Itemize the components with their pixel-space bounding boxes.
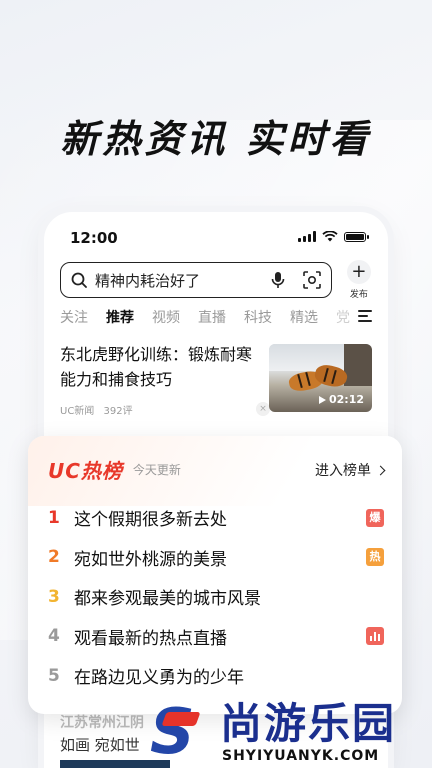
search-icon [71,272,87,288]
microphone-icon[interactable] [271,271,285,289]
channel-tabs: 关注 推荐 视频 直播 科技 精选 党 [60,304,378,330]
hot-list-item[interactable]: 5 在路边见义勇为的少年 [48,656,384,696]
hot-text: 宛如世外桃源的美景 [74,549,227,570]
hot-list-logo: UC热榜 [48,458,123,483]
tab-featured[interactable]: 精选 [290,307,318,327]
page-headline: 新热资讯 实时看 [60,117,372,161]
status-time: 12:00 [70,229,118,247]
chevron-right-icon [375,465,386,475]
hot-text: 这个假期很多新去处 [74,510,227,531]
article-title: 东北虎野化训练：锻炼耐寒能力和捕食技巧 [60,345,253,389]
watermark-title: 尚游乐园 [220,699,397,748]
hot-rank: 1 [48,507,60,528]
hot-text: 观看最新的热点直播 [74,628,227,649]
watermark-logo: S [150,695,195,768]
dismiss-icon[interactable]: × [256,402,270,416]
video-duration: 02:12 [318,393,364,406]
explosive-badge: 爆 [366,508,384,527]
tab-party[interactable]: 党 [336,307,350,327]
hot-text: 在路边见义勇为的少年 [74,668,244,689]
hot-list: 1 这个假期很多新去处 爆 2 宛如世外桃源的美景 热 3 都来参观最美的城市风… [48,498,384,696]
tab-recommend[interactable]: 推荐 [106,307,134,327]
enter-list-link[interactable]: 进入榜单 [315,460,386,480]
news-article[interactable]: 东北虎野化训练：锻炼耐寒能力和捕食技巧 UC新闻 392评 × 02:12 [60,342,372,422]
search-row: 精神内耗治好了 + 发布 [60,260,378,300]
status-bar: 12:00 [70,228,369,248]
hot-list-header: UC热榜 今天更新 进入榜单 [48,456,386,483]
tab-live[interactable]: 直播 [198,307,226,327]
chart-icon [366,627,384,646]
tab-follow[interactable]: 关注 [60,307,88,327]
hot-list-item[interactable]: 1 这个假期很多新去处 爆 [48,498,384,538]
hot-list-item[interactable]: 4 观看最新的热点直播 [48,617,384,657]
hot-list-card: UC热榜 今天更新 进入榜单 1 这个假期很多新去处 爆 2 宛如世外桃源的美景… [28,436,402,714]
hot-badge: 热 [366,548,384,567]
tab-tech[interactable]: 科技 [244,307,272,327]
hot-list-item[interactable]: 2 宛如世外桃源的美景 热 [48,538,384,578]
hot-rank: 5 [48,665,60,686]
hot-list-item[interactable]: 3 都来参观最美的城市风景 [48,577,384,617]
plus-icon: + [346,260,371,284]
watermark: S 尚游乐园 SHYIYUANYK.COM [150,698,432,768]
hot-rank: 4 [48,626,60,647]
background-article-title: 江苏常州江阴 [60,715,144,731]
watermark-subtitle: SHYIYUANYK.COM [222,748,380,764]
publish-label: 发布 [349,290,368,300]
background-article-text: 如画 宛如世 [60,736,140,754]
play-icon [318,395,326,404]
article-thumbnail[interactable]: 02:12 [269,344,372,412]
article-source: UC新闻 [60,406,95,417]
article-comments: 392评 [103,406,133,417]
search-input[interactable]: 精神内耗治好了 [60,262,332,298]
search-query: 精神内耗治好了 [95,271,201,290]
status-icons [298,231,369,242]
battery-icon [344,231,369,242]
wifi-icon [322,231,338,242]
hot-rank: 3 [48,586,60,607]
hot-list-subtitle: 今天更新 [132,462,181,477]
menu-icon[interactable] [358,310,372,322]
hot-text: 都来参观最美的城市风景 [74,589,261,610]
signal-icon [298,231,316,242]
tab-video[interactable]: 视频 [152,307,180,327]
scan-icon[interactable] [303,271,321,289]
article-meta: UC新闻 392评 [60,402,133,417]
hot-rank: 2 [48,547,60,568]
publish-button[interactable]: + 发布 [340,260,378,300]
